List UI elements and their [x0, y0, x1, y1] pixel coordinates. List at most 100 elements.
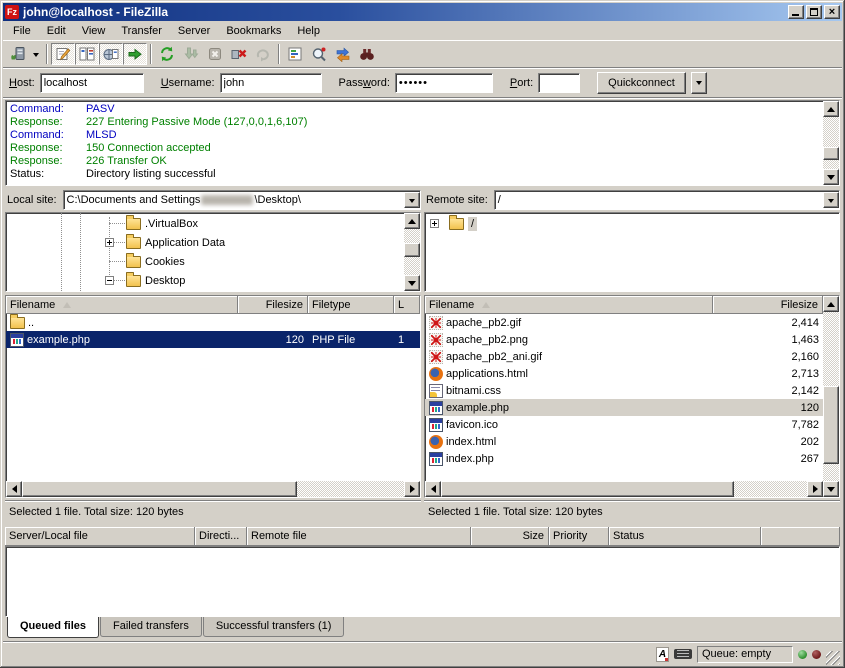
menu-server[interactable]: Server [170, 23, 218, 39]
password-input[interactable] [395, 73, 493, 93]
menu-transfer[interactable]: Transfer [113, 23, 170, 39]
directory-filters-button[interactable] [283, 43, 307, 65]
minimize-button[interactable] [788, 5, 804, 19]
scroll-track[interactable] [823, 117, 839, 169]
scroll-down-button[interactable] [823, 169, 839, 185]
quickconnect-button[interactable]: Quickconnect [597, 72, 686, 94]
tree-item-application-data[interactable]: Application Data [6, 233, 404, 252]
tree-item-virtualbox[interactable]: .VirtualBox [6, 214, 404, 233]
toggle-queue-button[interactable] [123, 43, 147, 65]
username-input[interactable] [220, 73, 322, 93]
scroll-left-button[interactable] [425, 481, 441, 497]
tab-queued-files[interactable]: Queued files [7, 617, 99, 638]
column-priority[interactable]: Priority [549, 527, 609, 546]
column-status[interactable]: Status [609, 527, 761, 546]
scroll-thumb[interactable] [22, 481, 297, 497]
menu-bookmarks[interactable]: Bookmarks [218, 23, 289, 39]
expand-plus-icon[interactable] [430, 219, 439, 228]
column-remote-file[interactable]: Remote file [247, 527, 471, 546]
directory-comparison-button[interactable] [307, 43, 331, 65]
remote-list-header: Filename Filesize [425, 296, 823, 314]
table-row[interactable]: apache_pb2.png1,463 [425, 331, 823, 348]
process-queue-button[interactable] [179, 43, 203, 65]
tree-item-desktop[interactable]: Desktop [6, 271, 404, 290]
tab-failed-transfers[interactable]: Failed transfers [100, 617, 202, 637]
scroll-down-button[interactable] [404, 275, 420, 291]
cancel-operation-button[interactable] [203, 43, 227, 65]
menu-file[interactable]: File [5, 23, 39, 39]
tree-item-root[interactable]: / [425, 214, 839, 233]
remote-list-body: apache_pb2.gif2,414 apache_pb2.png1,463 … [425, 314, 823, 481]
table-row[interactable]: index.html202 [425, 433, 823, 450]
column-size[interactable]: Size [471, 527, 549, 546]
column-server-local-file[interactable]: Server/Local file [5, 527, 195, 546]
table-row[interactable]: bitnami.css2,142 [425, 382, 823, 399]
local-hscrollbar[interactable] [6, 481, 420, 497]
menu-help[interactable]: Help [289, 23, 328, 39]
log-scrollbar[interactable] [823, 101, 839, 185]
host-input[interactable] [40, 73, 144, 93]
local-tree-scrollbar[interactable] [404, 213, 420, 291]
collapse-minus-icon[interactable] [105, 276, 114, 285]
site-manager-dropdown[interactable] [29, 43, 43, 65]
toggle-message-log-button[interactable] [51, 43, 75, 65]
scroll-down-button[interactable] [823, 481, 839, 497]
toggle-remote-tree-button[interactable] [99, 43, 123, 65]
scroll-right-button[interactable] [404, 481, 420, 497]
remote-vscrollbar[interactable] [823, 296, 839, 497]
scroll-up-button[interactable] [404, 213, 420, 229]
menu-edit[interactable]: Edit [39, 23, 74, 39]
scroll-left-button[interactable] [6, 481, 22, 497]
scroll-track[interactable] [404, 229, 420, 275]
scroll-thumb[interactable] [823, 386, 839, 464]
toggle-local-tree-button[interactable] [75, 43, 99, 65]
column-filesize[interactable]: Filesize [238, 296, 308, 314]
table-row[interactable]: applications.html2,713 [425, 365, 823, 382]
maximize-button[interactable] [806, 5, 822, 19]
close-button[interactable]: × [824, 5, 840, 19]
table-row[interactable]: index.php267 [425, 450, 823, 467]
scroll-thumb[interactable] [441, 481, 734, 497]
tab-successful-transfers[interactable]: Successful transfers (1) [203, 617, 345, 637]
table-row[interactable]: apache_pb2_ani.gif2,160 [425, 348, 823, 365]
column-filesize[interactable]: Filesize [713, 296, 823, 314]
quickconnect-dropdown[interactable] [691, 72, 707, 94]
column-filetype[interactable]: Filetype [308, 296, 394, 314]
column-last-modified[interactable]: L [394, 296, 420, 314]
expand-plus-icon[interactable] [105, 238, 114, 247]
scroll-track[interactable] [823, 312, 839, 481]
refresh-button[interactable] [155, 43, 179, 65]
find-files-button[interactable] [355, 43, 379, 65]
table-row[interactable]: favicon.ico7,782 [425, 416, 823, 433]
disconnect-button[interactable] [227, 43, 251, 65]
table-row[interactable]: apache_pb2.gif2,414 [425, 314, 823, 331]
menu-view[interactable]: View [74, 23, 114, 39]
site-manager-button[interactable] [5, 43, 29, 65]
local-path-combo[interactable]: C:\Documents and Settings\Desktop\ [63, 190, 421, 210]
queue-list[interactable] [5, 546, 840, 617]
column-filename[interactable]: Filename [425, 296, 713, 314]
synchronized-browsing-button[interactable] [331, 43, 355, 65]
column-filename[interactable]: Filename [6, 296, 238, 314]
tree-item-cookies[interactable]: Cookies [6, 252, 404, 271]
table-row-parent-dir[interactable]: .. [6, 314, 420, 331]
scroll-track[interactable] [22, 481, 404, 497]
port-input[interactable] [538, 73, 580, 93]
chevron-down-icon [409, 199, 415, 206]
remote-path-combo[interactable]: / [494, 190, 840, 210]
scroll-thumb[interactable] [404, 243, 420, 257]
column-direction[interactable]: Directi... [195, 527, 247, 546]
remote-path-dropdown[interactable] [823, 192, 839, 208]
table-row-example-php-selected[interactable]: example.php 120 PHP File 1 [6, 331, 420, 348]
reconnect-button[interactable] [251, 43, 275, 65]
resize-grip[interactable] [826, 651, 840, 665]
queue-icon [127, 46, 143, 62]
scroll-up-button[interactable] [823, 101, 839, 117]
scroll-up-button[interactable] [823, 296, 839, 312]
scroll-thumb[interactable] [823, 147, 839, 159]
remote-hscrollbar[interactable] [425, 481, 823, 497]
table-row-example-php-selected[interactable]: example.php120 [425, 399, 823, 416]
local-path-dropdown[interactable] [404, 192, 420, 208]
scroll-track[interactable] [441, 481, 807, 497]
scroll-right-button[interactable] [807, 481, 823, 497]
